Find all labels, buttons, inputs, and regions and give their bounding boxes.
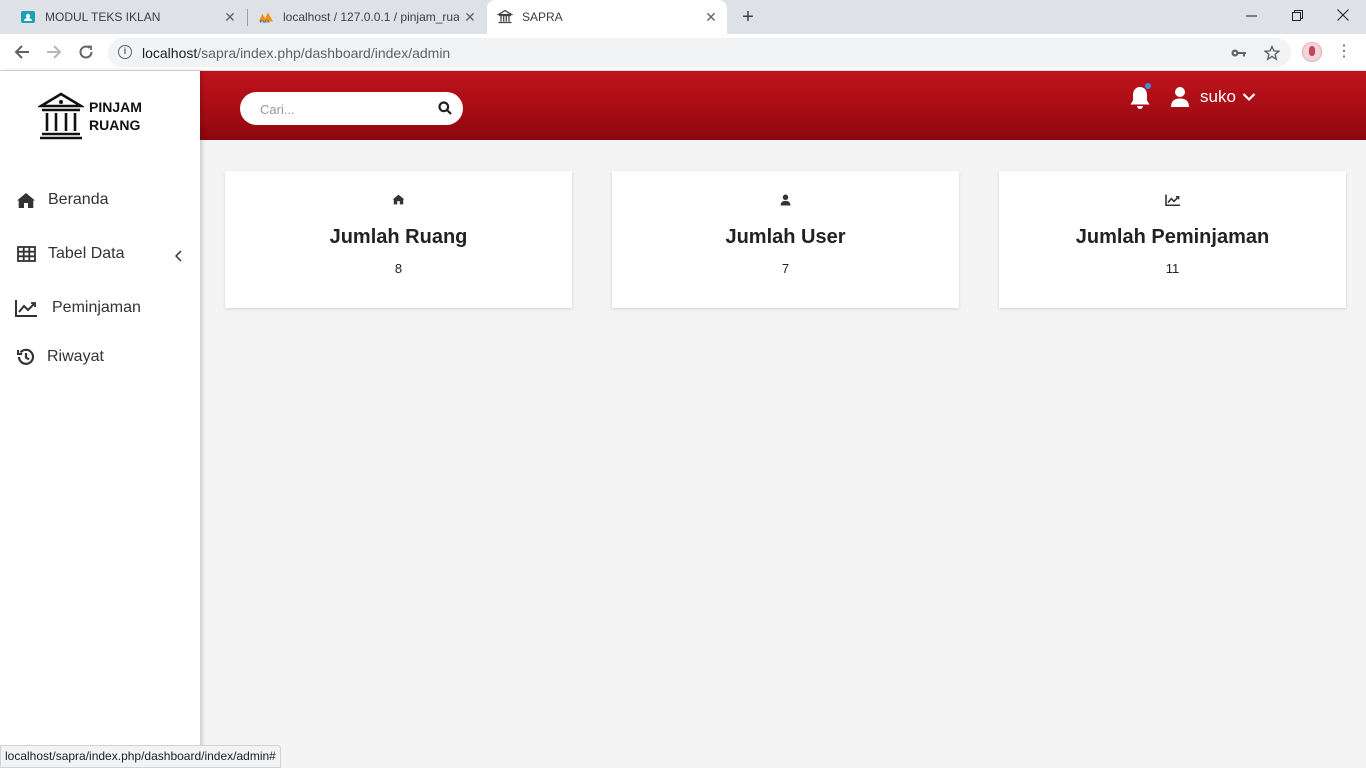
svg-text:PMA: PMA (260, 19, 271, 24)
reload-button[interactable] (73, 40, 99, 64)
close-icon[interactable]: ✕ (703, 9, 719, 25)
close-window-button[interactable] (1320, 0, 1366, 30)
card-value: 7 (781, 261, 790, 276)
history-icon (14, 347, 38, 367)
restore-button[interactable] (1274, 0, 1320, 30)
info-icon[interactable]: i (118, 45, 132, 59)
bookmark-star-icon[interactable] (1263, 44, 1281, 62)
browser-tab-label: MODUL TEKS IKLAN (45, 10, 161, 24)
sidebar-item-riwayat[interactable]: Riwayat (14, 347, 104, 367)
logo[interactable]: PINJAM RUANG (38, 91, 142, 141)
status-bar-url: localhost/sapra/index.php/dashboard/inde… (0, 745, 281, 768)
sidebar-item-label: Peminjaman (52, 299, 141, 316)
chart-line-icon (14, 298, 38, 318)
key-icon[interactable] (1230, 44, 1248, 62)
bank-icon (38, 92, 84, 140)
chart-line-icon (999, 194, 1346, 208)
menu-dots-icon[interactable]: ⋮ (1336, 43, 1352, 61)
top-header: suko (200, 71, 1366, 140)
notification-badge (1145, 83, 1151, 89)
chevron-down-icon (1242, 93, 1256, 102)
user-icon (1171, 87, 1189, 107)
browser-tab-phpmyadmin[interactable]: PMA localhost / 127.0.0.1 / pinjam_ruang… (248, 0, 486, 34)
classroom-icon (20, 9, 36, 25)
close-icon[interactable]: ✕ (222, 9, 238, 25)
search-icon[interactable] (438, 101, 454, 117)
logo-text: PINJAM RUANG (89, 98, 142, 134)
sidebar-item-beranda[interactable]: Beranda (14, 190, 109, 210)
app-root: PINJAM RUANG Beranda Tabel Data Peminjam… (0, 71, 1366, 768)
logo-line-1: PINJAM (89, 99, 142, 115)
search-input[interactable] (260, 100, 430, 118)
phpmyadmin-icon: PMA (258, 9, 274, 25)
url-path: /sapra/index.php/dashboard/index/admin (197, 45, 451, 61)
url-text: localhost/sapra/index.php/dashboard/inde… (142, 45, 450, 61)
browser-toolbar: i localhost/sapra/index.php/dashboard/in… (0, 34, 1366, 71)
home-icon (225, 194, 572, 208)
close-icon[interactable]: ✕ (462, 9, 478, 25)
url-host: localhost (142, 45, 198, 61)
browser-tab-label: SAPRA (522, 10, 563, 24)
forward-button[interactable] (41, 40, 67, 64)
username-label: suko (1200, 87, 1236, 106)
profile-avatar[interactable] (1302, 42, 1322, 62)
stat-card-peminjaman: Jumlah Peminjaman 11 (999, 171, 1346, 308)
logo-line-2: RUANG (89, 117, 141, 133)
sidebar-item-tabel-data[interactable]: Tabel Data (14, 244, 125, 264)
card-value: 8 (394, 261, 403, 276)
table-icon (14, 244, 38, 264)
sidebar-item-label: Tabel Data (48, 245, 125, 262)
card-title: Jumlah Ruang (329, 226, 468, 248)
home-icon (14, 190, 38, 210)
card-title: Jumlah Peminjaman (1075, 226, 1270, 248)
chevron-left-icon[interactable] (172, 249, 184, 263)
stat-card-ruang: Jumlah Ruang 8 (225, 171, 572, 308)
bank-icon (497, 9, 513, 25)
address-bar[interactable]: i localhost/sapra/index.php/dashboard/in… (108, 38, 1291, 67)
browser-tab-label: localhost / 127.0.0.1 / pinjam_ruang (283, 10, 459, 24)
user-menu[interactable]: suko (1170, 86, 1256, 108)
user-icon (612, 194, 959, 208)
browser-tab-bar: MODUL TEKS IKLAN ✕ PMA localhost / 127.0… (0, 0, 1366, 34)
sidebar-item-label: Beranda (48, 191, 109, 208)
card-value: 11 (1165, 261, 1180, 276)
bell-icon[interactable] (1128, 85, 1154, 111)
search-box (240, 92, 463, 125)
sidebar: PINJAM RUANG Beranda Tabel Data Peminjam… (0, 71, 200, 768)
new-tab-button[interactable]: + (737, 6, 759, 28)
browser-tab-modul[interactable]: MODUL TEKS IKLAN ✕ (8, 0, 246, 34)
card-title: Jumlah User (725, 226, 846, 248)
sidebar-item-label: Riwayat (47, 348, 104, 365)
sidebar-item-peminjaman[interactable]: Peminjaman (14, 298, 141, 318)
stat-card-user: Jumlah User 7 (612, 171, 959, 308)
minimize-button[interactable] (1228, 0, 1274, 30)
back-button[interactable] (9, 40, 35, 64)
browser-tab-sapra[interactable]: SAPRA ✕ (487, 0, 727, 34)
